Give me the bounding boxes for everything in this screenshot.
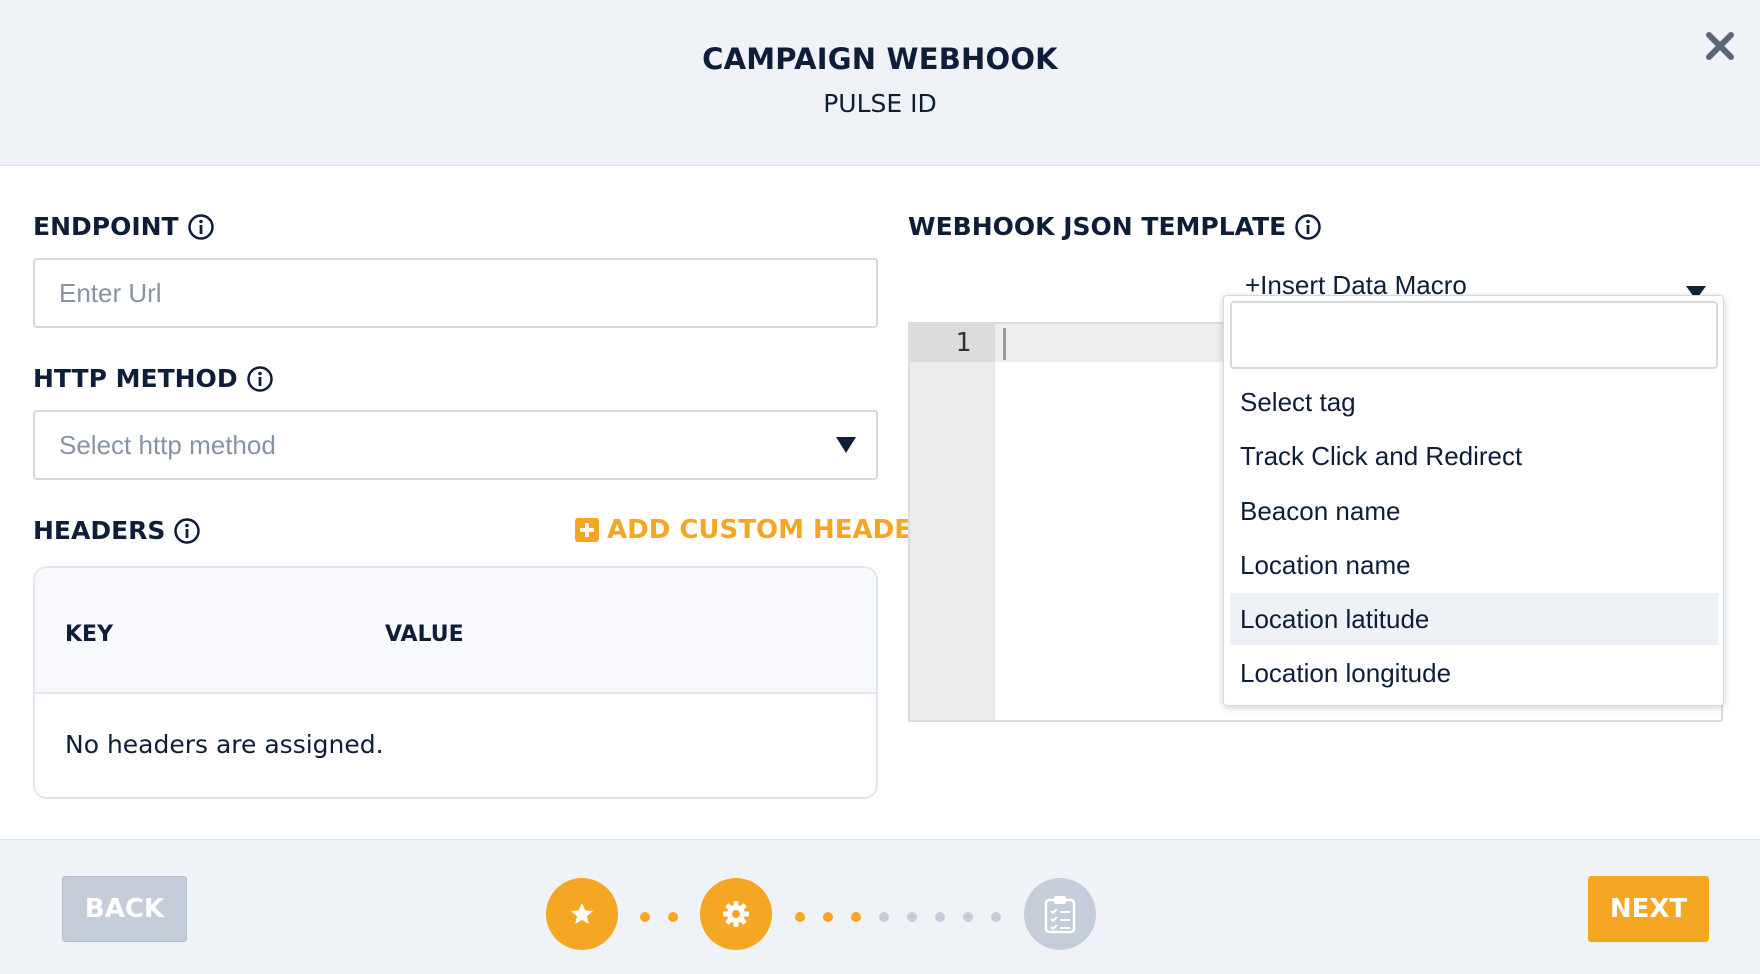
next-button[interactable]: NEXT <box>1588 876 1709 942</box>
dropdown-option[interactable]: Location name <box>1230 539 1718 591</box>
dropdown-option[interactable]: Beacon name <box>1230 485 1718 537</box>
dropdown-search-input[interactable] <box>1230 301 1718 369</box>
http-method-label-text: HTTP METHOD <box>33 364 238 393</box>
editor-gutter: 1 <box>910 324 995 720</box>
chevron-down-icon <box>836 437 856 453</box>
plus-square-icon <box>575 518 599 542</box>
headers-label: HEADERS <box>33 516 201 545</box>
step-connector-dot <box>640 912 650 922</box>
clipboard-icon <box>1044 896 1076 934</box>
dropdown-option[interactable]: Track Click and Redirect <box>1230 430 1718 482</box>
back-button[interactable]: BACK <box>62 876 187 942</box>
column-header-value: VALUE <box>385 622 464 647</box>
step-connector-dot <box>668 912 678 922</box>
gear-icon <box>723 901 749 927</box>
http-method-label: HTTP METHOD <box>33 364 274 393</box>
http-method-placeholder: Select http method <box>59 429 276 460</box>
http-method-select[interactable]: Select http method <box>33 410 878 480</box>
add-custom-header-button[interactable]: ADD CUSTOM HEADER <box>575 515 932 545</box>
step-connector-dot <box>991 912 1001 922</box>
info-icon[interactable] <box>246 365 274 393</box>
step-connector-dot <box>823 912 833 922</box>
endpoint-placeholder: Enter Url <box>59 277 162 308</box>
step-gear[interactable] <box>700 878 772 950</box>
webhook-template-label: WEBHOOK JSON TEMPLATE <box>908 212 1322 241</box>
text-cursor <box>1003 328 1006 360</box>
step-connector-dot <box>795 912 805 922</box>
modal-footer <box>0 839 1760 974</box>
modal-subtitle: PULSE ID <box>823 89 937 118</box>
add-custom-header-label: ADD CUSTOM HEADER <box>607 515 933 545</box>
star-icon <box>571 903 593 924</box>
step-clipboard[interactable] <box>1024 878 1096 950</box>
headers-label-text: HEADERS <box>33 516 166 545</box>
macro-dropdown-menu: Select tag Track Click and Redirect Beac… <box>1223 295 1724 706</box>
close-icon[interactable] <box>1702 28 1738 64</box>
table-header-row: KEY VALUE <box>35 568 876 694</box>
dropdown-option[interactable]: Select tag <box>1230 376 1718 428</box>
endpoint-input[interactable]: Enter Url <box>33 258 878 328</box>
endpoint-label-text: ENDPOINT <box>33 212 179 241</box>
webhook-template-label-text: WEBHOOK JSON TEMPLATE <box>908 212 1287 241</box>
step-connector-dot <box>935 912 945 922</box>
headers-table: KEY VALUE No headers are assigned. <box>33 566 878 799</box>
step-connector-dot <box>907 912 917 922</box>
info-icon[interactable] <box>187 213 215 241</box>
dropdown-option[interactable]: Location longitude <box>1230 647 1718 699</box>
info-icon[interactable] <box>1294 213 1322 241</box>
info-icon[interactable] <box>173 517 201 545</box>
endpoint-label: ENDPOINT <box>33 212 215 241</box>
modal-header: CAMPAIGN WEBHOOK PULSE ID <box>0 0 1760 166</box>
dropdown-option-highlighted[interactable]: Location latitude <box>1230 593 1718 645</box>
empty-state-text: No headers are assigned. <box>65 730 384 759</box>
step-connector-dot <box>879 912 889 922</box>
line-number: 1 <box>910 324 995 362</box>
step-connector-dot <box>963 912 973 922</box>
column-header-key: KEY <box>65 622 114 647</box>
step-star[interactable] <box>546 878 618 950</box>
modal-title: CAMPAIGN WEBHOOK <box>702 42 1058 76</box>
step-connector-dot <box>851 912 861 922</box>
